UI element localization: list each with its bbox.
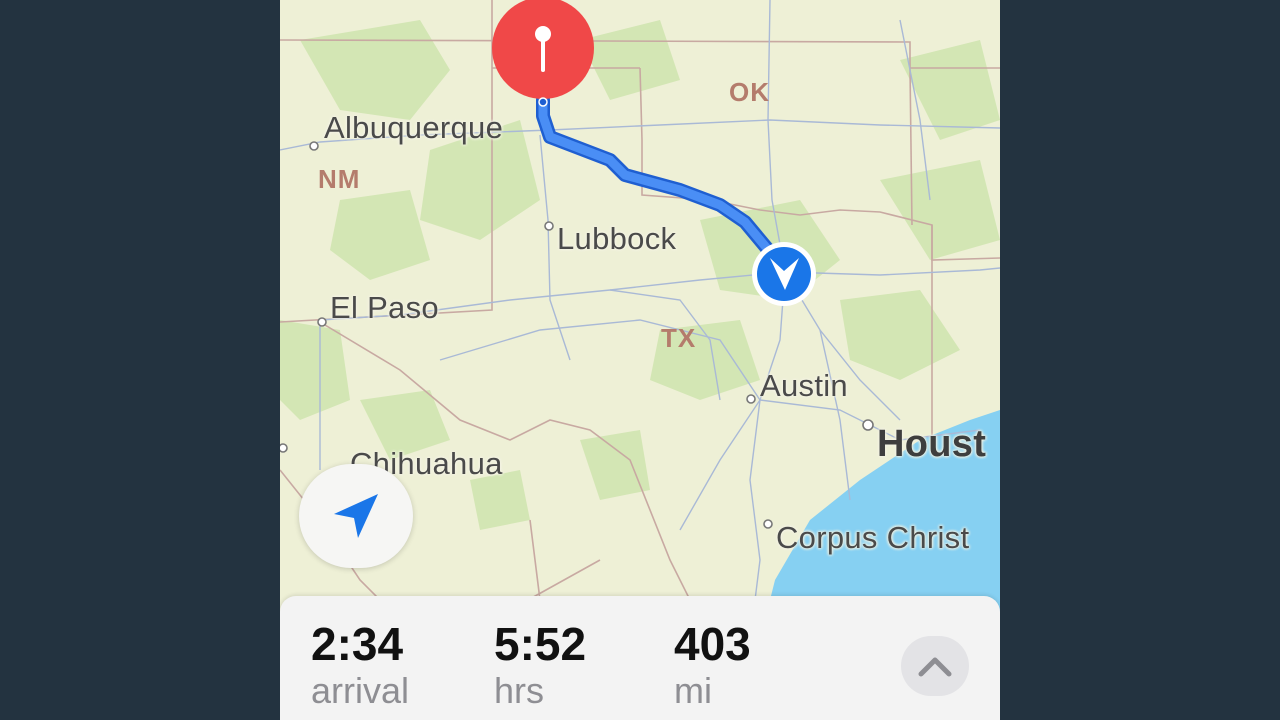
arrival-stat: 2:34 arrival — [311, 618, 409, 712]
arrival-label: arrival — [311, 670, 410, 711]
duration-label: hrs — [494, 670, 545, 711]
distance-label: mi — [674, 670, 712, 711]
trip-summary-panel[interactable]: 2:34 arrival 5:52 hrs 403 mi — [280, 596, 1000, 720]
duration-value: 5:52 — [494, 618, 587, 670]
location-arrow-icon — [334, 494, 378, 538]
navigation-arrow-icon — [752, 242, 816, 306]
arrival-time: 2:34 — [311, 618, 404, 670]
distance-stat: 403 mi — [674, 618, 751, 712]
city-label-el-paso: El Paso — [330, 290, 439, 325]
locate-me-button[interactable] — [299, 464, 413, 568]
state-label-nm: NM — [318, 164, 361, 194]
city-label-corpus-christi: Corpus Christ — [776, 520, 970, 555]
city-label-houston: Houst — [877, 423, 987, 465]
chevron-up-icon — [918, 657, 952, 677]
city-label-lubbock: Lubbock — [557, 221, 677, 256]
city-label-austin: Austin — [760, 368, 848, 403]
distance-value: 403 — [674, 618, 751, 670]
state-label-tx: TX — [661, 323, 697, 353]
map-screen: Albuquerque Lubbock El Paso Austin Houst… — [280, 0, 1000, 720]
city-label-albuquerque: Albuquerque — [324, 110, 504, 145]
duration-stat: 5:52 hrs — [494, 618, 586, 712]
expand-panel-button[interactable] — [901, 636, 969, 696]
state-label-ok: OK — [729, 77, 770, 107]
